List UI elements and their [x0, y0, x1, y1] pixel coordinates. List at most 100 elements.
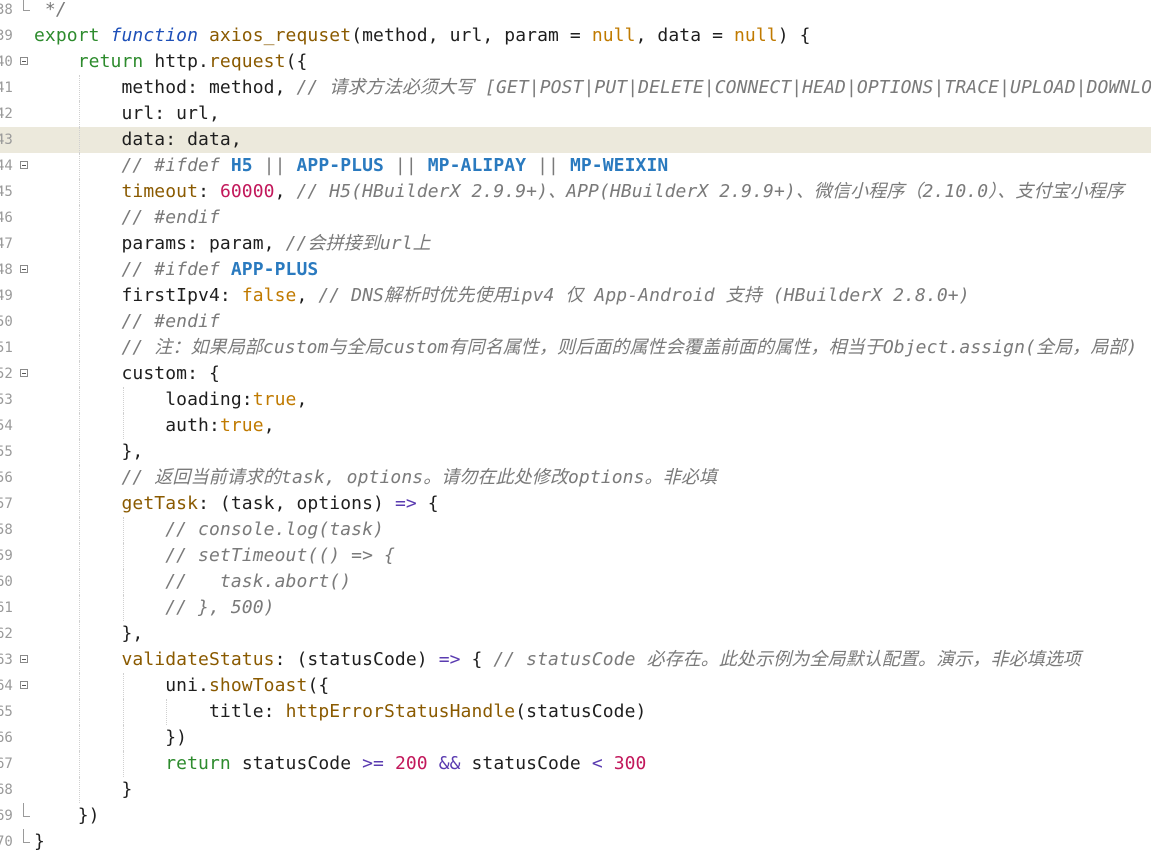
- code-line[interactable]: 49 firstIpv4: false, // DNS解析时优先使用ipv4 仅…: [0, 283, 1151, 309]
- code-line[interactable]: 52 custom: {: [0, 361, 1151, 387]
- code-token: {: [416, 493, 439, 514]
- code-token: function: [110, 25, 209, 46]
- code-line[interactable]: 42 url: url,: [0, 101, 1151, 127]
- fold-toggle-icon[interactable]: [20, 265, 28, 273]
- code-token: 300: [613, 753, 647, 774]
- code-token: // setTimeout(() => {: [165, 545, 395, 566]
- code-token: <: [591, 753, 603, 774]
- code-text: // 注：如果局部custom与全局custom有同名属性，则后面的属性会覆盖前…: [34, 335, 1138, 361]
- code-line[interactable]: 53 loading:true,: [0, 387, 1151, 413]
- code-text: title: httpErrorStatusHandle(statusCode): [34, 699, 647, 725]
- code-line[interactable]: 68 }: [0, 777, 1151, 803]
- code-line[interactable]: 56 // 返回当前请求的task, options。请勿在此处修改option…: [0, 465, 1151, 491]
- line-number: 60: [0, 574, 13, 590]
- code-line[interactable]: 45 timeout: 60000, // H5(HBuilderX 2.9.9…: [0, 179, 1151, 205]
- code-text: }: [34, 777, 132, 803]
- code-token: return: [77, 51, 155, 72]
- indent-guide: [78, 491, 81, 517]
- code-line[interactable]: 57 getTask: (task, options) => {: [0, 491, 1151, 517]
- indent-guide: [78, 283, 81, 309]
- code-token: url: url,: [34, 103, 220, 124]
- code-line[interactable]: 60 // task.abort(): [0, 569, 1151, 595]
- indent-guide: [78, 621, 81, 647]
- code-token: axios_requset: [209, 25, 352, 46]
- code-line[interactable]: 40 return http.request({: [0, 49, 1151, 75]
- code-line[interactable]: 59 // setTimeout(() => {: [0, 543, 1151, 569]
- line-number: 62: [0, 626, 13, 642]
- code-line[interactable]: 43 data: data,: [0, 127, 1151, 153]
- code-line[interactable]: 63 validateStatus: (statusCode) => { // …: [0, 647, 1151, 673]
- fold-end-icon: [23, 829, 30, 843]
- code-line[interactable]: 48 // #ifdef APP-PLUS: [0, 257, 1151, 283]
- fold-toggle-icon[interactable]: [20, 161, 28, 169]
- indent-guide: [78, 517, 81, 543]
- line-number: 38: [0, 2, 13, 18]
- code-token: }): [34, 727, 188, 748]
- indent-guide: [78, 595, 81, 621]
- code-line[interactable]: 38 */: [0, 0, 1151, 23]
- indent-guide: [78, 699, 81, 725]
- code-text: params: param, //会拼接到url上: [34, 231, 431, 257]
- line-number: 69: [0, 808, 13, 824]
- code-line[interactable]: 65 title: httpErrorStatusHandle(statusCo…: [0, 699, 1151, 725]
- code-token: ({: [285, 51, 308, 72]
- indent-guide: [78, 335, 81, 361]
- code-line[interactable]: 58 // console.log(task): [0, 517, 1151, 543]
- indent-guide: [78, 439, 81, 465]
- code-line[interactable]: 70}: [0, 829, 1151, 850]
- code-line[interactable]: 39 export function axios_requset(method, …: [0, 23, 1151, 49]
- code-text: url: url,: [34, 101, 220, 127]
- code-token: export: [34, 25, 111, 46]
- code-line[interactable]: 66 }): [0, 725, 1151, 751]
- code-line[interactable]: 69 }): [0, 803, 1151, 829]
- code-token: 60000: [219, 181, 275, 202]
- line-number: 47: [0, 236, 13, 252]
- code-text: },: [34, 439, 143, 465]
- fold-toggle-icon[interactable]: [20, 681, 28, 689]
- code-line[interactable]: 55 },: [0, 439, 1151, 465]
- code-token: ,: [296, 285, 319, 306]
- code-line[interactable]: 47 params: param, //会拼接到url上: [0, 231, 1151, 257]
- indent-guide: [122, 751, 125, 777]
- line-number: 50: [0, 314, 13, 330]
- code-line[interactable]: 44 // #ifdef H5 || APP-PLUS || MP-ALIPAY…: [0, 153, 1151, 179]
- code-token: true: [252, 389, 297, 410]
- code-line[interactable]: 67 return statusCode >= 200 && statusCod…: [0, 751, 1151, 777]
- code-line[interactable]: 51 // 注：如果局部custom与全局custom有同名属性，则后面的属性会…: [0, 335, 1151, 361]
- code-editor[interactable]: 38 */ 39 export function axios_requset(met…: [0, 0, 1151, 850]
- code-token: // #endif: [121, 207, 220, 228]
- fold-toggle-icon[interactable]: [20, 57, 28, 65]
- indent-guide: [122, 725, 125, 751]
- code-token: ,: [263, 415, 275, 436]
- fold-toggle-icon[interactable]: [20, 655, 28, 663]
- fold-end-icon: [23, 803, 30, 817]
- fold-toggle-icon[interactable]: [20, 369, 28, 377]
- code-token: }: [34, 831, 45, 850]
- code-line[interactable]: 46 // #endif: [0, 205, 1151, 231]
- code-line[interactable]: 54 auth:true,: [0, 413, 1151, 439]
- indent-guide: [78, 751, 81, 777]
- code-token: statusCode: [460, 753, 592, 774]
- code-text: data: data,: [34, 127, 242, 153]
- code-line[interactable]: 64 uni.showToast({: [0, 673, 1151, 699]
- indent-guide: [78, 231, 81, 257]
- code-line[interactable]: 62 },: [0, 621, 1151, 647]
- line-number: 48: [0, 262, 13, 278]
- code-line[interactable]: 41 method: method, // 请求方法必须大写 [GET|POST…: [0, 75, 1151, 101]
- code-token: return: [165, 753, 242, 774]
- code-line[interactable]: 50 // #endif: [0, 309, 1151, 335]
- code-token: http.: [154, 51, 209, 72]
- line-number: 49: [0, 288, 13, 304]
- code-token: request: [209, 51, 286, 72]
- code-line[interactable]: 61 // }, 500): [0, 595, 1151, 621]
- code-text: auth:true,: [34, 413, 275, 439]
- code-text: // }, 500): [34, 595, 275, 621]
- code-token: getTask: [121, 493, 199, 514]
